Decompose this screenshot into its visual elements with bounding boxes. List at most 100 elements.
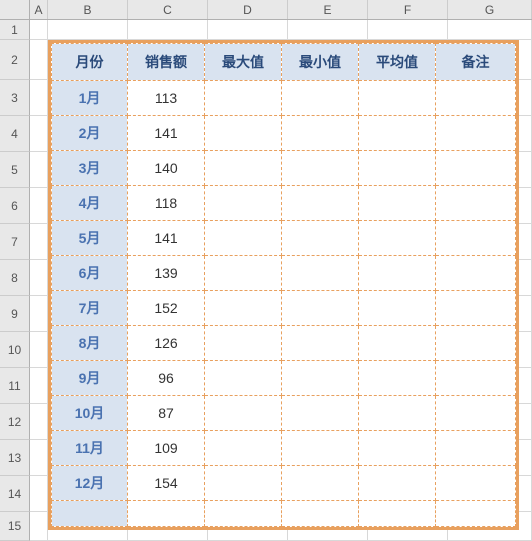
cell-month[interactable]: 6月 [52, 256, 128, 291]
row-header[interactable]: 9 [0, 296, 30, 332]
grid-cell[interactable] [30, 152, 48, 188]
cell-note[interactable] [436, 221, 516, 256]
row-header[interactable]: 5 [0, 152, 30, 188]
col-header-F[interactable]: F [368, 0, 448, 19]
cell-max[interactable] [205, 256, 282, 291]
cell-note[interactable] [436, 151, 516, 186]
cell-month[interactable]: 10月 [52, 396, 128, 431]
grid-cell[interactable] [30, 296, 48, 332]
grid-cell[interactable] [30, 40, 48, 80]
grid-cell[interactable] [30, 260, 48, 296]
row-header[interactable]: 4 [0, 116, 30, 152]
cell-min[interactable] [282, 256, 359, 291]
grid-cell[interactable] [30, 332, 48, 368]
grid-cell[interactable] [30, 512, 48, 541]
cell-min[interactable] [282, 431, 359, 466]
cell-avg[interactable] [359, 221, 436, 256]
grid-cell[interactable] [448, 20, 532, 40]
cell-max[interactable] [205, 81, 282, 116]
cell-sales[interactable]: 154 [128, 466, 205, 501]
cell-note[interactable] [436, 466, 516, 501]
col-header-B[interactable]: B [48, 0, 128, 19]
grid-cell[interactable] [208, 20, 288, 40]
cell-sales[interactable]: 96 [128, 361, 205, 396]
grid-cell[interactable] [48, 20, 128, 40]
grid-cell[interactable] [288, 20, 368, 40]
cell-avg[interactable] [359, 291, 436, 326]
grid-cell[interactable] [30, 224, 48, 260]
cell-min[interactable] [282, 326, 359, 361]
th-max[interactable]: 最大值 [205, 44, 282, 81]
col-header-G[interactable]: G [448, 0, 532, 19]
row-header[interactable]: 14 [0, 476, 30, 512]
cell-max[interactable] [205, 116, 282, 151]
grid-cell[interactable] [30, 476, 48, 512]
th-sales[interactable]: 销售额 [128, 44, 205, 81]
cell-blank[interactable] [128, 501, 205, 527]
cell-max[interactable] [205, 466, 282, 501]
grid-cell[interactable] [30, 188, 48, 224]
grid-cell[interactable] [30, 116, 48, 152]
cell-note[interactable] [436, 361, 516, 396]
cell-sales[interactable]: 109 [128, 431, 205, 466]
cell-min[interactable] [282, 396, 359, 431]
cell-note[interactable] [436, 396, 516, 431]
cell-month[interactable]: 3月 [52, 151, 128, 186]
cell-avg[interactable] [359, 466, 436, 501]
cell-note[interactable] [436, 116, 516, 151]
cell-min[interactable] [282, 81, 359, 116]
th-note[interactable]: 备注 [436, 44, 516, 81]
cell-max[interactable] [205, 151, 282, 186]
cell-max[interactable] [205, 326, 282, 361]
grid-cell[interactable] [30, 404, 48, 440]
grid-cell[interactable] [30, 368, 48, 404]
cell-month[interactable]: 5月 [52, 221, 128, 256]
cell-note[interactable] [436, 256, 516, 291]
cell-month[interactable]: 7月 [52, 291, 128, 326]
cell-note[interactable] [436, 291, 516, 326]
row-header[interactable]: 6 [0, 188, 30, 224]
grid-cell[interactable] [30, 440, 48, 476]
grid-cell[interactable] [30, 80, 48, 116]
cell-month[interactable]: 11月 [52, 431, 128, 466]
cell-sales[interactable]: 140 [128, 151, 205, 186]
cell-blank[interactable] [205, 501, 282, 527]
th-month[interactable]: 月份 [52, 44, 128, 81]
cell-sales[interactable]: 118 [128, 186, 205, 221]
row-header[interactable]: 1 [0, 20, 30, 40]
cell-min[interactable] [282, 186, 359, 221]
cell-month[interactable]: 8月 [52, 326, 128, 361]
col-header-E[interactable]: E [288, 0, 368, 19]
cell-avg[interactable] [359, 361, 436, 396]
grid-cell[interactable] [368, 20, 448, 40]
cell-month[interactable]: 4月 [52, 186, 128, 221]
cell-min[interactable] [282, 151, 359, 186]
cell-max[interactable] [205, 221, 282, 256]
cell-avg[interactable] [359, 431, 436, 466]
col-header-D[interactable]: D [208, 0, 288, 19]
row-header[interactable]: 10 [0, 332, 30, 368]
cell-month[interactable]: 12月 [52, 466, 128, 501]
cell-max[interactable] [205, 291, 282, 326]
cell-blank[interactable] [436, 501, 516, 527]
col-header-A[interactable]: A [30, 0, 48, 19]
cell-blank[interactable] [52, 501, 128, 527]
cell-avg[interactable] [359, 256, 436, 291]
cell-sales[interactable]: 139 [128, 256, 205, 291]
cell-sales[interactable]: 141 [128, 116, 205, 151]
cell-note[interactable] [436, 326, 516, 361]
cell-note[interactable] [436, 81, 516, 116]
row-header[interactable]: 13 [0, 440, 30, 476]
cell-month[interactable]: 1月 [52, 81, 128, 116]
select-all-corner[interactable] [0, 0, 30, 19]
cell-max[interactable] [205, 396, 282, 431]
cell-max[interactable] [205, 186, 282, 221]
row-header[interactable]: 7 [0, 224, 30, 260]
cell-avg[interactable] [359, 396, 436, 431]
grid-cell[interactable] [30, 20, 48, 40]
cell-avg[interactable] [359, 151, 436, 186]
col-header-C[interactable]: C [128, 0, 208, 19]
cell-avg[interactable] [359, 81, 436, 116]
cell-min[interactable] [282, 466, 359, 501]
cell-sales[interactable]: 141 [128, 221, 205, 256]
